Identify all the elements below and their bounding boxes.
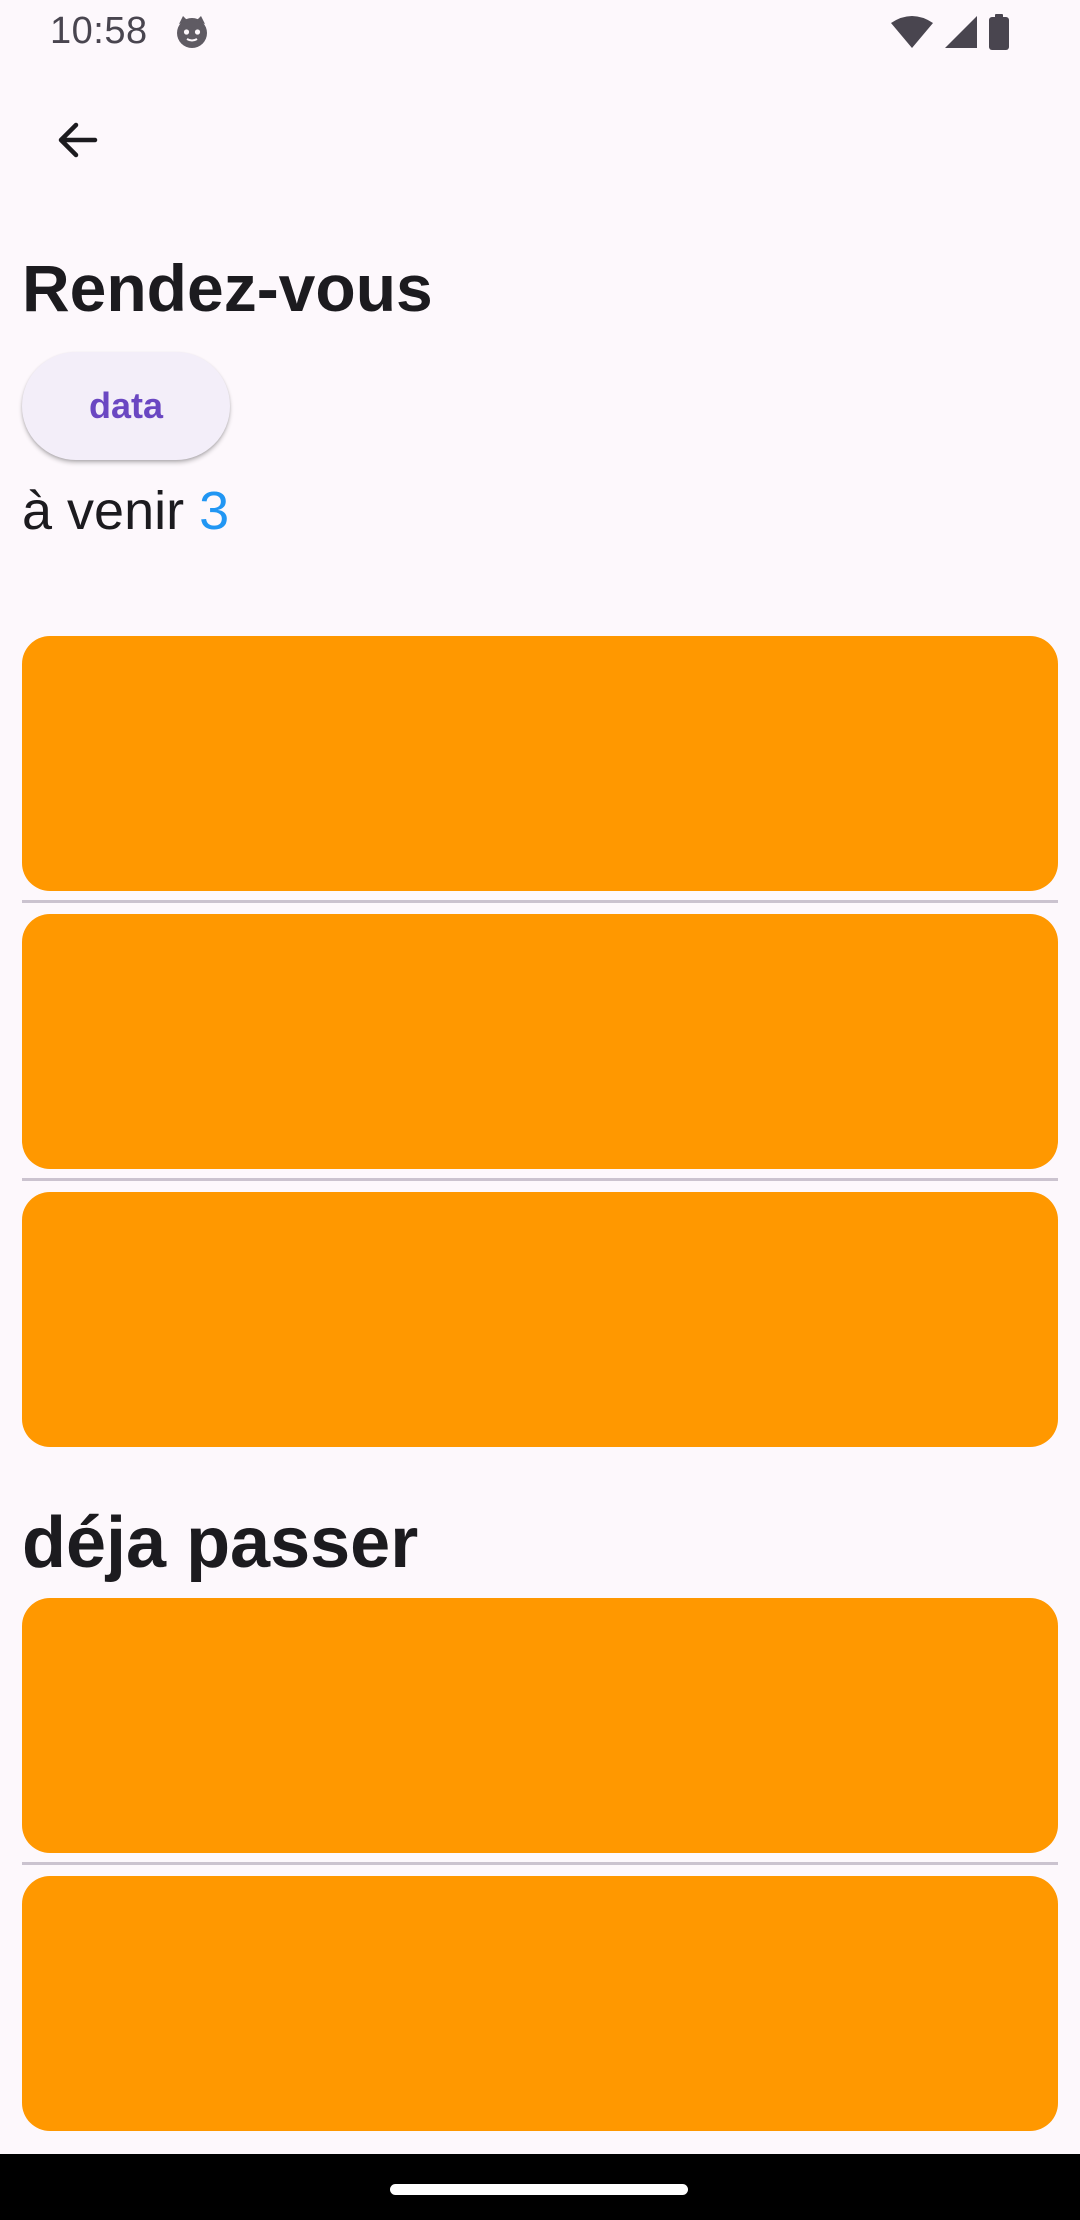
- upcoming-label: à venir 3: [22, 478, 229, 544]
- list-divider: [22, 900, 1058, 903]
- list-divider: [22, 1862, 1058, 1865]
- upcoming-text: à venir: [22, 481, 185, 541]
- status-time: 10:58: [50, 10, 148, 52]
- upcoming-count: 3: [199, 481, 230, 541]
- wifi-icon: [890, 15, 934, 54]
- past-section-title: déja passer: [22, 1503, 419, 1583]
- gesture-handle[interactable]: [390, 2184, 688, 2195]
- upcoming-appointment-card[interactable]: [22, 914, 1058, 1169]
- status-bar: 10:58: [0, 0, 1080, 66]
- upcoming-appointment-card[interactable]: [22, 636, 1058, 891]
- battery-icon: [988, 13, 1010, 55]
- arrow-back-icon: [53, 116, 101, 169]
- past-appointment-card[interactable]: [22, 1876, 1058, 2131]
- cat-face-icon: [174, 14, 210, 50]
- upcoming-appointment-card[interactable]: [22, 1192, 1058, 1447]
- status-icons: [890, 13, 1010, 55]
- back-button[interactable]: [37, 102, 117, 182]
- list-divider: [22, 1178, 1058, 1181]
- cellular-signal-icon: [944, 15, 978, 54]
- page-title: Rendez-vous: [22, 251, 433, 325]
- past-appointment-card[interactable]: [22, 1598, 1058, 1853]
- data-chip[interactable]: data: [22, 352, 230, 460]
